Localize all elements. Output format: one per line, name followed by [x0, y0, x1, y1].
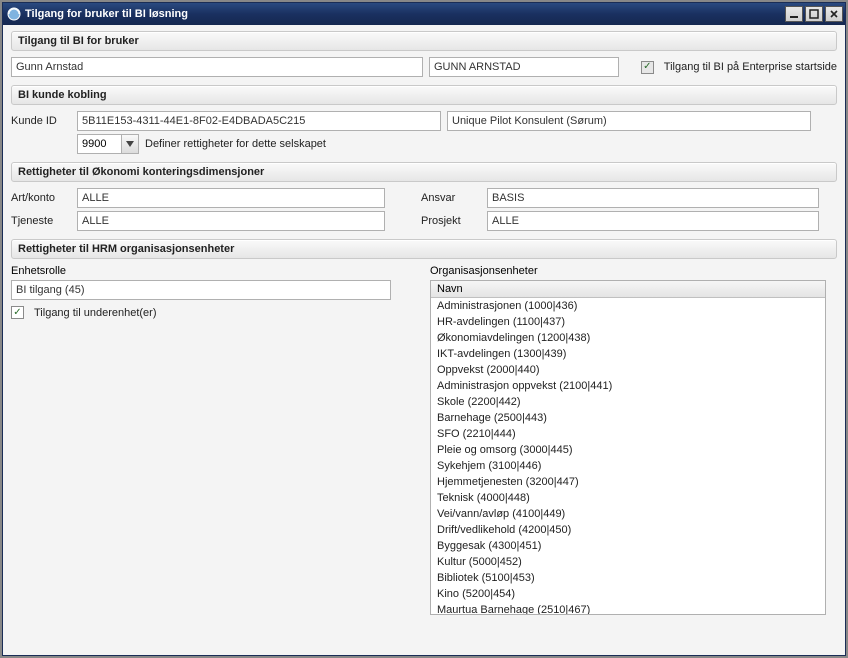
- group-okonomi: Rettigheter til Økonomi konteringsdimens…: [11, 162, 837, 231]
- org-row[interactable]: Byggesak (4300|451): [431, 538, 825, 554]
- org-row[interactable]: Administrasjonen (1000|436): [431, 298, 825, 314]
- ansvar-label: Ansvar: [421, 192, 481, 204]
- org-row[interactable]: Bibliotek (5100|453): [431, 570, 825, 586]
- prosjekt-label: Prosjekt: [421, 215, 481, 227]
- tjeneste-label: Tjeneste: [11, 215, 71, 227]
- org-row[interactable]: Vei/vann/avløp (4100|449): [431, 506, 825, 522]
- org-row[interactable]: Sykehjem (3100|446): [431, 458, 825, 474]
- group-header-hrm: Rettigheter til HRM organisasjonsenheter: [11, 239, 837, 259]
- chevron-down-icon[interactable]: [121, 134, 139, 154]
- org-column-header[interactable]: Navn: [431, 281, 825, 298]
- group-header-okonomi: Rettigheter til Økonomi konteringsdimens…: [11, 162, 837, 182]
- org-row[interactable]: Drift/vedlikehold (4200|450): [431, 522, 825, 538]
- enhetsrolle-label: Enhetsrolle: [11, 265, 406, 277]
- user-name-upper-field[interactable]: [429, 57, 619, 77]
- window-controls: [785, 6, 843, 22]
- definer-label: Definer rettigheter for dette selskapet: [145, 138, 326, 150]
- underenhet-checkbox[interactable]: [11, 306, 24, 319]
- group-header-kunde: BI kunde kobling: [11, 85, 837, 105]
- tjeneste-field[interactable]: [77, 211, 385, 231]
- org-list-body[interactable]: Administrasjonen (1000|436)HR-avdelingen…: [431, 298, 825, 614]
- app-window: Tilgang for bruker til BI løsning Tilgan…: [2, 2, 846, 656]
- org-row[interactable]: Pleie og omsorg (3000|445): [431, 442, 825, 458]
- app-icon: [7, 7, 21, 21]
- enterprise-startside-label: Tilgang til BI på Enterprise startside: [664, 61, 837, 73]
- org-row[interactable]: Teknisk (4000|448): [431, 490, 825, 506]
- maximize-button[interactable]: [805, 6, 823, 22]
- minimize-button[interactable]: [785, 6, 803, 22]
- group-kunde-kobling: BI kunde kobling Kunde ID Definer rettig…: [11, 85, 837, 154]
- window-title: Tilgang for bruker til BI løsning: [25, 8, 785, 20]
- group-header-user: Tilgang til BI for bruker: [11, 31, 837, 51]
- prosjekt-field[interactable]: [487, 211, 819, 231]
- kunde-navn-field[interactable]: [447, 111, 811, 131]
- content-area: Tilgang til BI for bruker Tilgang til BI…: [3, 25, 845, 655]
- art-field[interactable]: [77, 188, 385, 208]
- org-row[interactable]: SFO (2210|444): [431, 426, 825, 442]
- underenhet-label: Tilgang til underenhet(er): [34, 307, 157, 319]
- close-button[interactable]: [825, 6, 843, 22]
- selskap-select[interactable]: [77, 134, 139, 154]
- kunde-id-label: Kunde ID: [11, 115, 71, 127]
- org-row[interactable]: Hjemmetjenesten (3200|447): [431, 474, 825, 490]
- org-row[interactable]: IKT-avdelingen (1300|439): [431, 346, 825, 362]
- org-row[interactable]: Kultur (5000|452): [431, 554, 825, 570]
- org-row[interactable]: Barnehage (2500|443): [431, 410, 825, 426]
- group-hrm: Rettigheter til HRM organisasjonsenheter…: [11, 239, 837, 615]
- ansvar-field[interactable]: [487, 188, 819, 208]
- kunde-id-field[interactable]: [77, 111, 441, 131]
- org-row[interactable]: Kino (5200|454): [431, 586, 825, 602]
- titlebar: Tilgang for bruker til BI løsning: [3, 3, 845, 25]
- art-label: Art/konto: [11, 192, 71, 204]
- org-table: Navn Administrasjonen (1000|436)HR-avdel…: [430, 280, 826, 615]
- enhetsrolle-field[interactable]: [11, 280, 391, 300]
- org-row[interactable]: Økonomiavdelingen (1200|438): [431, 330, 825, 346]
- group-user-access: Tilgang til BI for bruker Tilgang til BI…: [11, 31, 837, 77]
- user-name-lower-field[interactable]: [11, 57, 423, 77]
- org-label: Organisasjonsenheter: [430, 265, 837, 277]
- org-row[interactable]: HR-avdelingen (1100|437): [431, 314, 825, 330]
- enterprise-startside-checkbox: [641, 61, 654, 74]
- org-row[interactable]: Administrasjon oppvekst (2100|441): [431, 378, 825, 394]
- org-row[interactable]: Oppvekst (2000|440): [431, 362, 825, 378]
- org-row[interactable]: Maurtua Barnehage (2510|467): [431, 602, 825, 614]
- selskap-value[interactable]: [77, 134, 121, 154]
- org-row[interactable]: Skole (2200|442): [431, 394, 825, 410]
